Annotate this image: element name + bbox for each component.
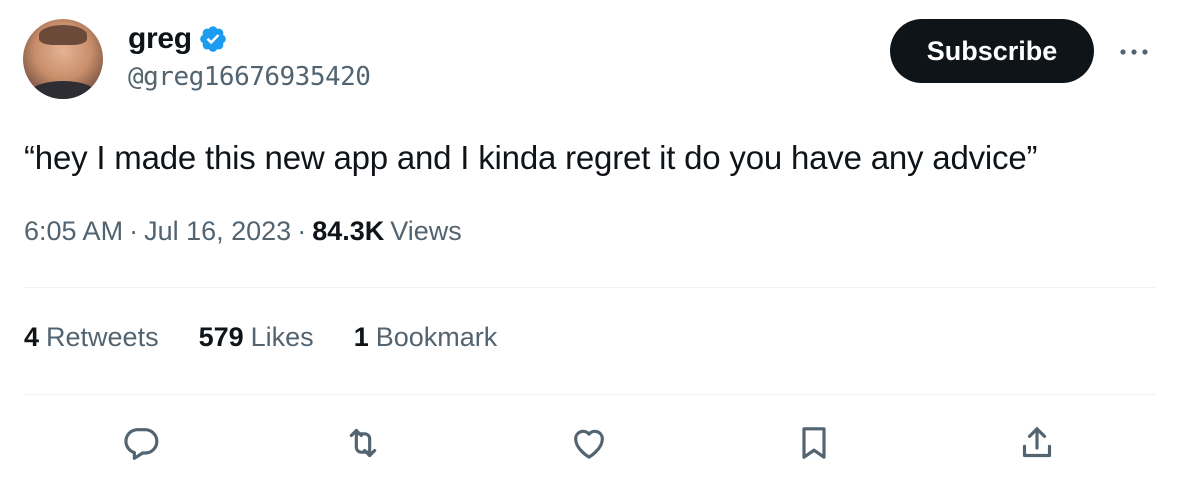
more-horizontal-icon — [1120, 49, 1148, 55]
retweets-label: Retweets — [46, 322, 159, 352]
author-name-row: greg — [128, 20, 228, 58]
reply-button[interactable] — [119, 421, 163, 465]
like-button[interactable] — [567, 421, 611, 465]
author-avatar[interactable] — [23, 19, 103, 99]
retweet-button[interactable] — [341, 421, 385, 465]
reply-icon — [124, 428, 159, 460]
tweet-meta: 6:05 AM · Jul 16, 2023 · 84.3K Views — [24, 216, 462, 247]
meta-separator: · — [297, 216, 307, 246]
avatar-hair — [39, 25, 87, 45]
likes-label: Likes — [250, 322, 314, 352]
tweet-date[interactable]: Jul 16, 2023 — [144, 216, 291, 247]
views-label[interactable]: Views — [390, 216, 462, 247]
verified-badge-icon[interactable] — [198, 24, 228, 54]
engagement-stats: 4 Retweets 579 Likes 1 Bookmark — [24, 322, 537, 353]
divider — [24, 394, 1156, 395]
subscribe-button[interactable]: Subscribe — [890, 19, 1094, 83]
bookmarks-label: Bookmark — [375, 322, 498, 352]
bookmarks-stat[interactable]: 1 Bookmark — [354, 322, 498, 353]
likes-stat[interactable]: 579 Likes — [199, 322, 314, 353]
like-icon — [574, 429, 604, 459]
share-button[interactable] — [1015, 421, 1059, 465]
retweets-stat[interactable]: 4 Retweets — [24, 322, 159, 353]
author-handle[interactable]: @greg16676935420 — [128, 62, 371, 92]
share-icon — [1022, 427, 1052, 458]
divider — [24, 287, 1156, 288]
bookmark-button[interactable] — [792, 421, 836, 465]
tweet-time[interactable]: 6:05 AM — [24, 216, 123, 247]
likes-count: 579 — [198, 322, 244, 352]
avatar-shirt — [29, 81, 97, 99]
bookmarks-count: 1 — [353, 322, 369, 352]
views-count[interactable]: 84.3K — [312, 216, 384, 247]
meta-separator: · — [129, 216, 139, 246]
tweet-text: “hey I made this new app and I kinda reg… — [24, 139, 1038, 176]
bookmark-icon — [802, 427, 826, 459]
retweet-icon — [349, 428, 377, 458]
retweets-count: 4 — [24, 322, 40, 352]
more-options-button[interactable] — [1116, 34, 1152, 70]
author-name[interactable]: greg — [128, 22, 192, 56]
